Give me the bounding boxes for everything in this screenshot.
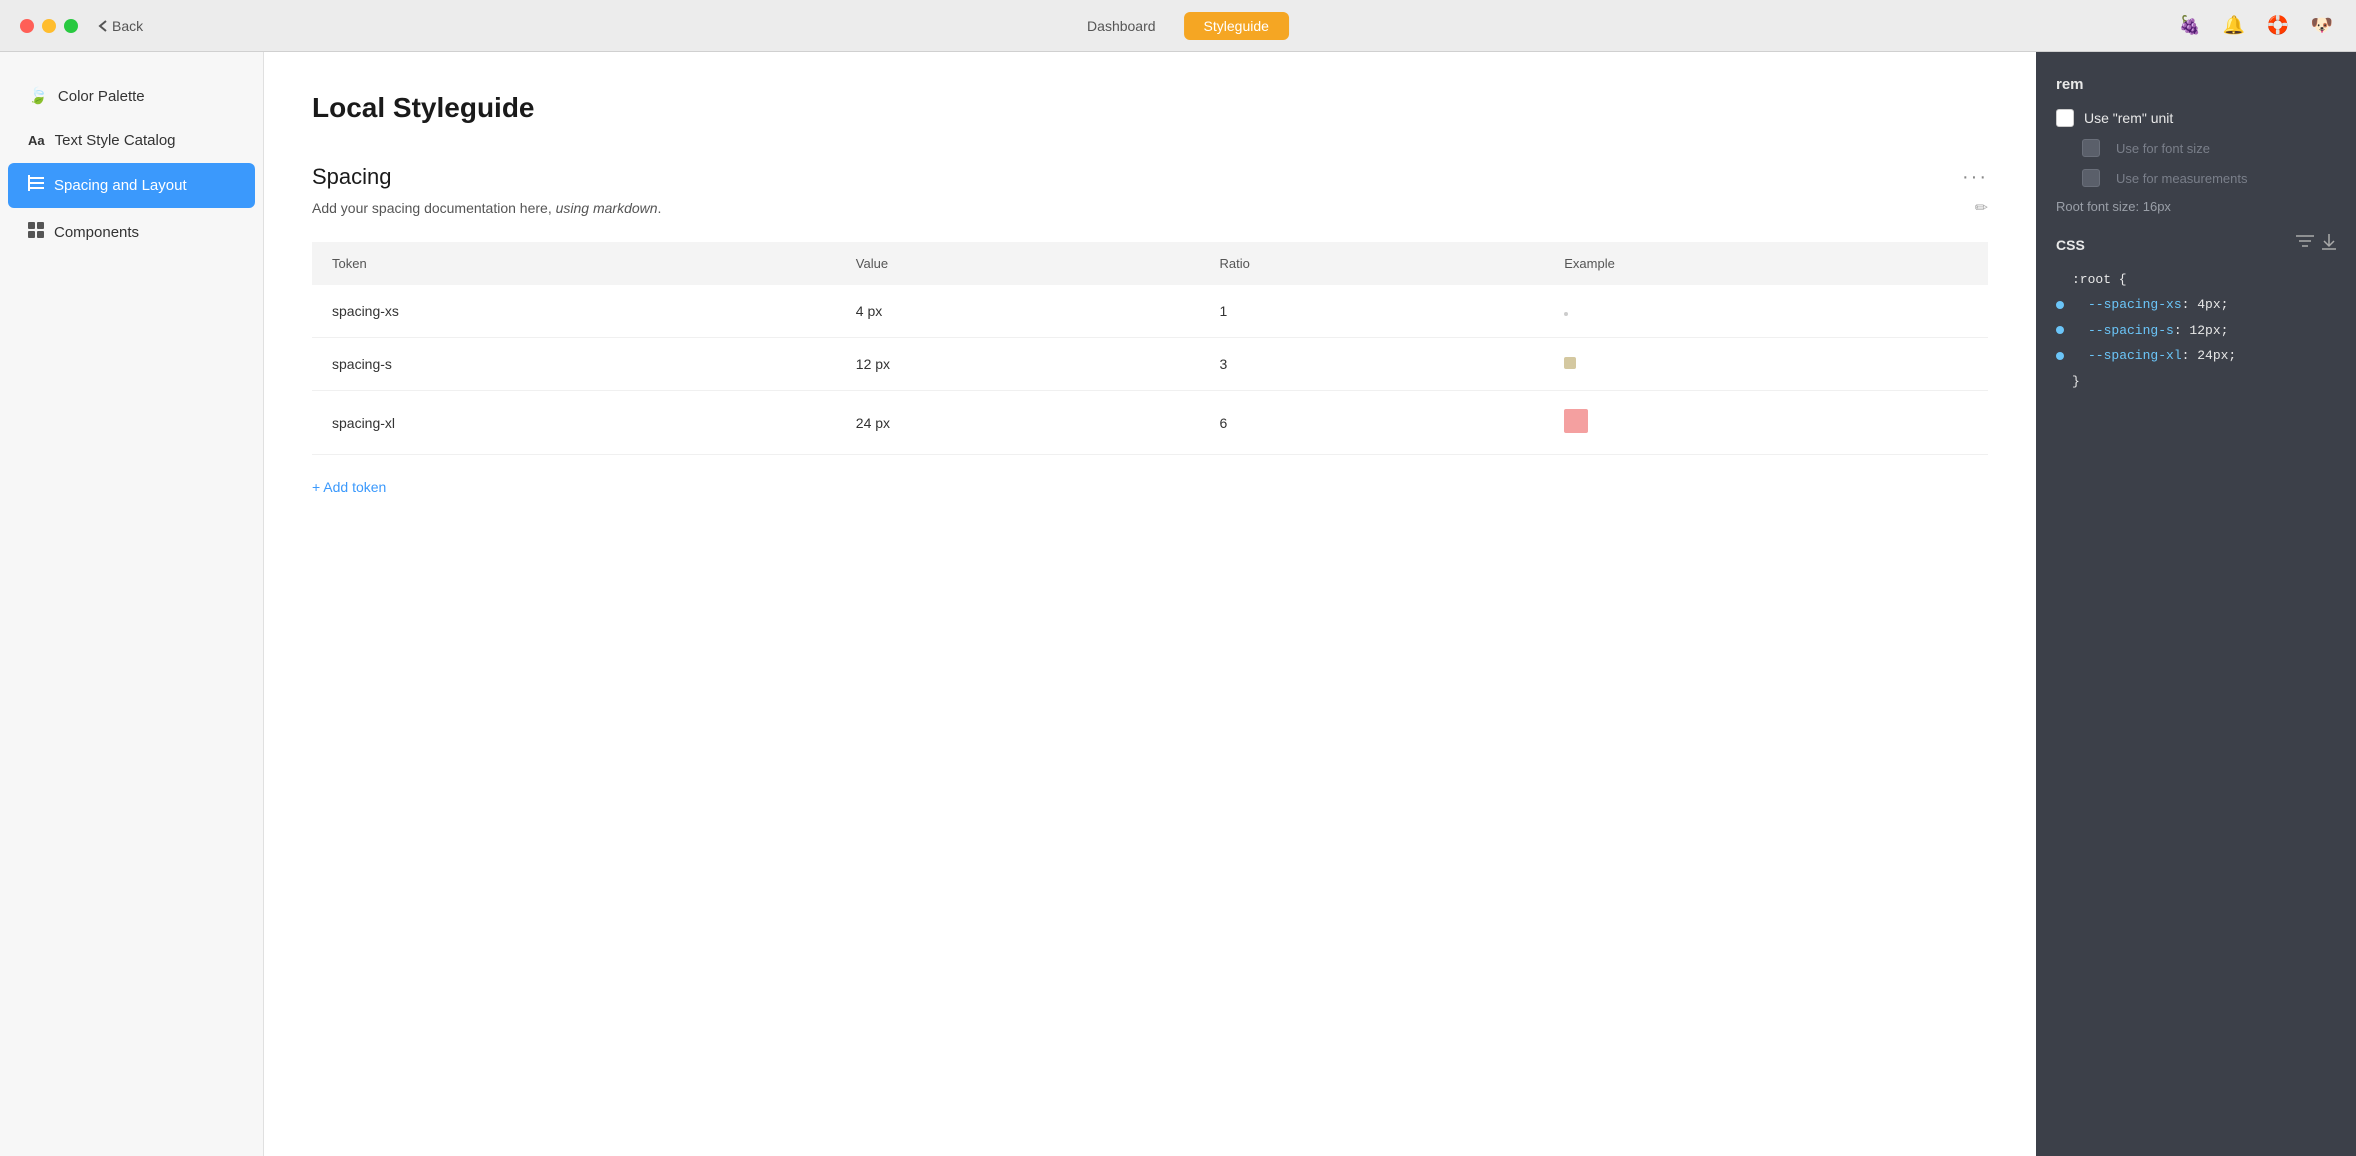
cell-token: spacing-xs [312,285,836,338]
code-line: --spacing-xs: 4px; [2056,292,2336,317]
sidebar: 🍃 Color Palette Aa Text Style Catalog Sp… [0,52,264,1156]
sidebar-item-label-color-palette: Color Palette [58,88,145,105]
cell-value: 24 px [836,391,1200,455]
back-button[interactable]: Back [98,18,143,34]
css-section-header: CSS [2056,234,2336,255]
back-label: Back [112,18,143,34]
titlebar-icons: 🍇 🔔 🛟 🐶 [2176,12,2336,40]
section-description: Add your spacing documentation here, usi… [312,198,1988,218]
root-font-size-label: Root font size: [2056,199,2139,214]
use-rem-label: Use "rem" unit [2084,110,2173,126]
cell-ratio: 3 [1200,338,1545,391]
sidebar-item-label-spacing: Spacing and Layout [54,177,187,194]
col-header-value: Value [836,242,1200,285]
use-for-measurements-row: Use for measurements [2082,169,2336,187]
use-font-size-checkbox[interactable] [2082,139,2100,157]
table-row: spacing-xl 24 px 6 [312,391,1988,455]
nav-styleguide[interactable]: Styleguide [1184,12,1289,40]
cell-example [1544,338,1988,391]
top-nav: Dashboard Styleguide [1067,12,1289,40]
nav-dashboard[interactable]: Dashboard [1067,12,1176,40]
root-font-size-line: Root font size: 16px [2056,199,2336,214]
code-line: --spacing-xl: 24px; [2056,343,2336,368]
example-box [1564,409,1588,433]
section-title: Spacing [312,164,392,190]
sidebar-item-label-text-style: Text Style Catalog [55,132,176,149]
maximize-dot[interactable] [64,19,78,33]
cell-value: 12 px [836,338,1200,391]
example-box [1564,357,1576,369]
table-row: spacing-s 12 px 3 [312,338,1988,391]
section-desc-text: Add your spacing documentation here, usi… [312,200,661,216]
help-icon[interactable]: 🛟 [2264,12,2292,40]
code-text: :root { [2072,268,2127,291]
grapes-icon[interactable]: 🍇 [2176,12,2204,40]
css-actions [2296,234,2336,255]
sidebar-item-components[interactable]: Components [8,210,255,255]
minimize-dot[interactable] [42,19,56,33]
sidebar-item-text-style-catalog[interactable]: Aa Text Style Catalog [8,120,255,161]
cell-token: spacing-s [312,338,836,391]
table-row: spacing-xs 4 px 1 [312,285,1988,338]
use-rem-row: Use "rem" unit [2056,109,2336,127]
use-for-font-size-row: Use for font size [2082,139,2336,157]
close-dot[interactable] [20,19,34,33]
right-panel: rem Use "rem" unit Use for font size Use… [2036,52,2356,1156]
use-font-size-label: Use for font size [2116,141,2210,156]
code-text: } [2072,370,2080,393]
window-controls [20,19,78,33]
use-rem-checkbox[interactable] [2056,109,2074,127]
code-dot [2056,352,2064,360]
leaf-icon: 🍃 [28,86,48,106]
css-code-block: :root {--spacing-xs: 4px; --spacing-s: 12… [2056,267,2336,394]
cell-token: spacing-xl [312,391,836,455]
page-title: Local Styleguide [312,92,1988,124]
code-text: --spacing-xl: 24px; [2072,344,2236,367]
root-font-size-value: 16px [2143,199,2171,214]
code-dot [2056,326,2064,334]
cell-value: 4 px [836,285,1200,338]
rem-section-title: rem [2056,76,2336,93]
bell-icon[interactable]: 🔔 [2220,12,2248,40]
cell-ratio: 6 [1200,391,1545,455]
sidebar-item-label-components: Components [54,224,139,241]
table-header-row: Token Value Ratio Example [312,242,1988,285]
content-area: Local Styleguide Spacing ··· Add your sp… [264,52,2036,1156]
download-icon[interactable] [2322,234,2336,255]
code-line: :root { [2056,267,2336,292]
code-line: } [2056,369,2336,394]
col-header-ratio: Ratio [1200,242,1545,285]
spacing-icon [28,175,44,196]
col-header-token: Token [312,242,836,285]
use-measurements-checkbox[interactable] [2082,169,2100,187]
text-style-icon: Aa [28,133,45,148]
code-line: --spacing-s: 12px; [2056,318,2336,343]
section-more-menu[interactable]: ··· [1962,166,1988,189]
add-token-button[interactable]: + Add token [312,475,386,499]
avatar-icon[interactable]: 🐶 [2308,12,2336,40]
example-box [1564,312,1568,316]
code-text: --spacing-s: 12px; [2072,319,2228,342]
cell-ratio: 1 [1200,285,1545,338]
code-text: --spacing-xs: 4px; [2072,293,2228,316]
use-measurements-label: Use for measurements [2116,171,2248,186]
cell-example [1544,285,1988,338]
filter-icon[interactable] [2296,234,2314,255]
code-dot [2056,301,2064,309]
cell-example [1544,391,1988,455]
main-layout: 🍃 Color Palette Aa Text Style Catalog Sp… [0,52,2356,1156]
edit-icon[interactable]: ✏ [1975,198,1988,218]
sidebar-item-color-palette[interactable]: 🍃 Color Palette [8,74,255,118]
titlebar: Back Dashboard Styleguide 🍇 🔔 🛟 🐶 [0,0,2356,52]
section-header: Spacing ··· [312,164,1988,190]
components-icon [28,222,44,243]
sidebar-item-spacing-layout[interactable]: Spacing and Layout [8,163,255,208]
css-title: CSS [2056,237,2085,253]
spacing-table: Token Value Ratio Example spacing-xs 4 p… [312,242,1988,455]
col-header-example: Example [1544,242,1988,285]
